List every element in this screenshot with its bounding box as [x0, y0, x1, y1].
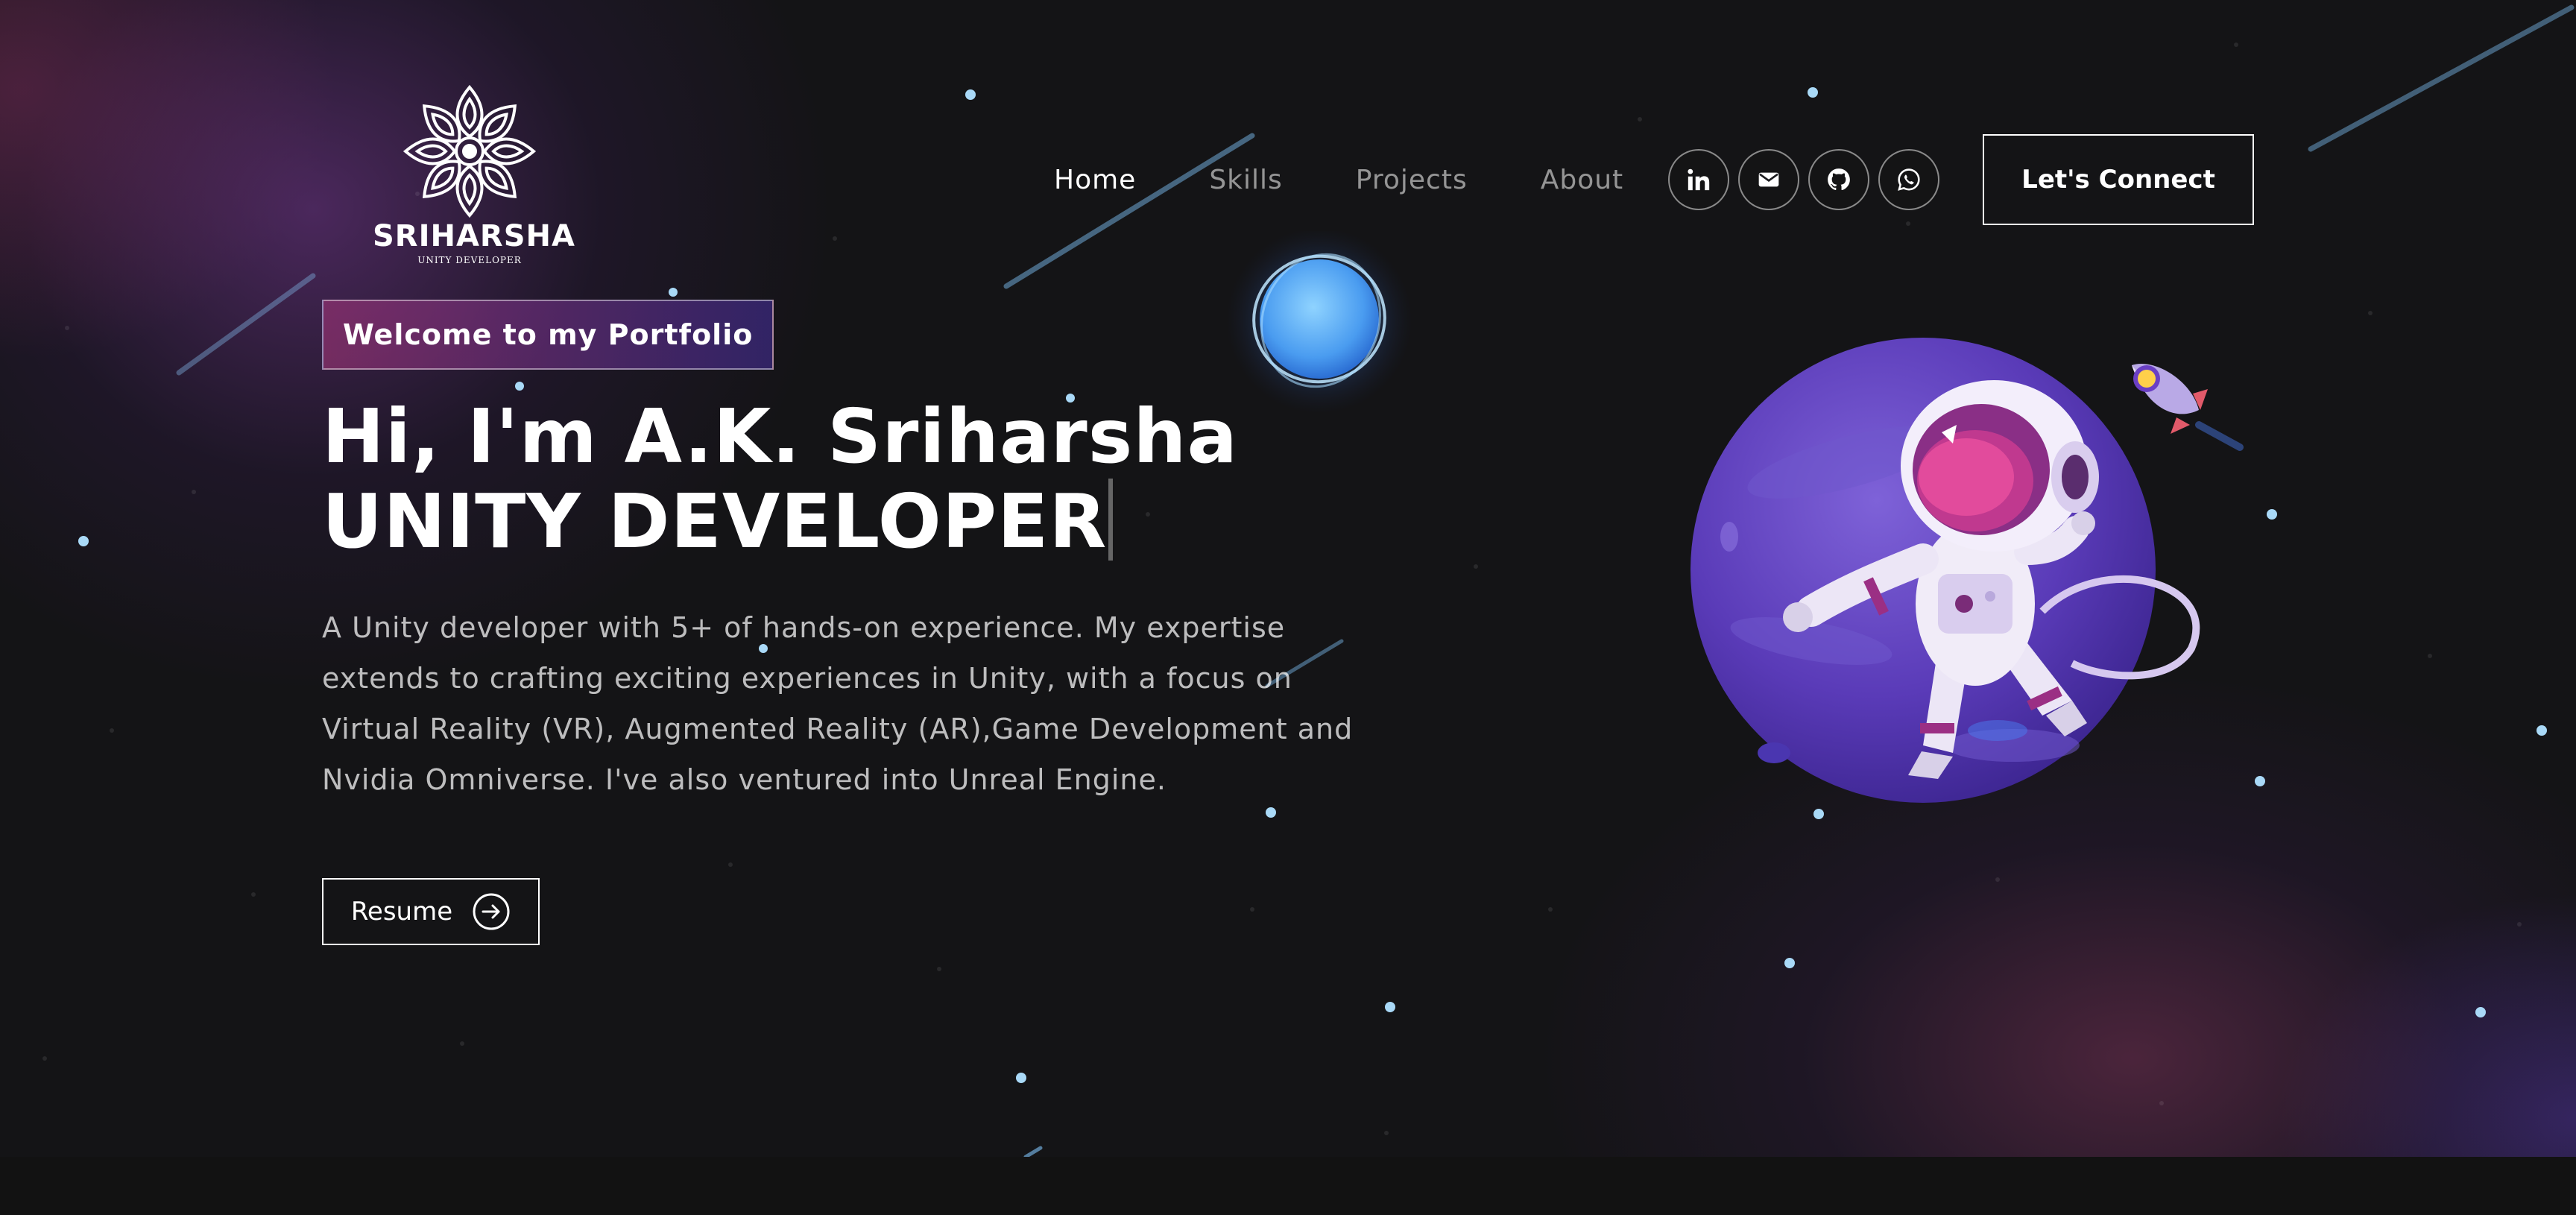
brand-name: SRIHARSHA [373, 219, 575, 253]
mandala-icon [404, 84, 535, 217]
welcome-tagline: Welcome to my Portfolio [322, 300, 774, 370]
nav-link-projects[interactable]: Projects [1356, 162, 1468, 198]
resume-button-label: Resume [350, 897, 453, 927]
linkedin-button[interactable] [1668, 149, 1729, 210]
portfolio-page: SRIHARSHA UNITY DEVELOPER Home Skills Pr… [0, 0, 2576, 1215]
hero-description: A Unity developer with 5+ of hands-on ex… [322, 611, 1354, 796]
social-links [1668, 149, 1939, 210]
lets-connect-button[interactable]: Let's Connect [1983, 134, 2254, 225]
brand-subtitle: UNITY DEVELOPER [417, 255, 522, 265]
nav-link-about[interactable]: About [1541, 162, 1623, 198]
email-icon [1758, 172, 1779, 187]
nav-link-skills[interactable]: Skills [1209, 162, 1282, 198]
github-button[interactable] [1808, 149, 1869, 210]
github-icon [1828, 168, 1850, 191]
main-navigation: Home Skills Projects About [1054, 162, 1623, 198]
email-button[interactable] [1738, 149, 1799, 210]
brand-logo[interactable]: SRIHARSHA UNITY DEVELOPER [373, 81, 575, 274]
typing-cursor [1108, 479, 1114, 561]
linkedin-icon [1688, 168, 1710, 191]
resume-button[interactable]: Resume [322, 878, 540, 945]
whatsapp-icon [1898, 168, 1920, 191]
rocket-illustration [2132, 364, 2244, 451]
hero-headline: Hi, I'm A.K. Sriharsha UNITY DEVELOPER [322, 395, 1238, 564]
arrow-circle-right-icon [473, 893, 510, 930]
headline-role: UNITY DEVELOPER [322, 478, 1108, 565]
page-footer-strip [0, 1157, 2576, 1215]
hero-banner: SRIHARSHA UNITY DEVELOPER Home Skills Pr… [0, 0, 2576, 1157]
glowing-orb-illustration [1226, 231, 1412, 414]
whatsapp-button[interactable] [1878, 149, 1939, 210]
nav-link-home[interactable]: Home [1054, 162, 1136, 198]
headline-greeting: Hi, I'm A.K. Sriharsha [322, 393, 1238, 480]
